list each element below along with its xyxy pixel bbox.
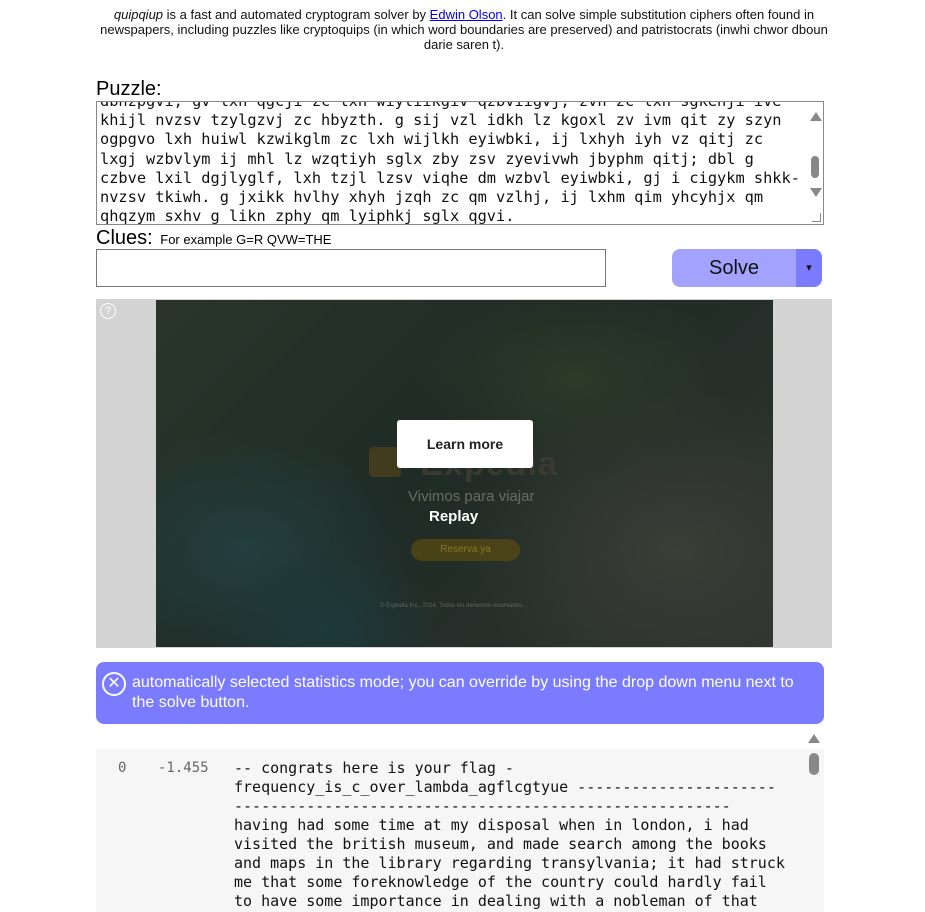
solve-button[interactable]: Solve: [672, 249, 796, 287]
clues-input[interactable]: [96, 249, 606, 287]
solve-mode-dropdown[interactable]: ▾: [796, 249, 822, 287]
intro-text-part1: is a fast and automated cryptogram solve…: [163, 7, 430, 22]
help-icon[interactable]: ?: [100, 303, 116, 319]
results-panel: 0 -1.455 -- congrats here is your flag -…: [96, 749, 824, 912]
puzzle-scrollbar[interactable]: [807, 102, 823, 224]
notice-text: automatically selected statistics mode; …: [132, 674, 794, 711]
ad-reserve-button[interactable]: Reserva ya: [411, 539, 520, 561]
scroll-thumb[interactable]: [811, 156, 819, 178]
clues-hint: For example G=R QVW=THE: [160, 232, 332, 247]
learn-more-button[interactable]: Learn more: [397, 420, 533, 468]
result-score: -1.455: [158, 760, 209, 776]
result-text: -- congrats here is your flag - frequenc…: [234, 759, 785, 910]
result-rank: 0: [118, 760, 127, 776]
author-link[interactable]: Edwin Olson: [430, 7, 503, 22]
scroll-up-arrow-icon[interactable]: [810, 112, 822, 121]
puzzle-textarea[interactable]: dbnzpgvi, gv lxh qgcji zc lxh wiyliikgiv…: [96, 101, 824, 225]
clues-label-text: Clues:: [96, 227, 153, 249]
ad-copyright: © Expedia Inc., 2024. Todos los derechos…: [380, 603, 524, 609]
puzzle-label: Puzzle:: [96, 78, 162, 100]
results-scrollbar[interactable]: [806, 749, 822, 912]
results-scroll-thumb[interactable]: [809, 753, 819, 775]
clues-label: Clues: For example G=R QVW=THE: [96, 227, 331, 250]
scroll-down-arrow-icon[interactable]: [810, 188, 822, 197]
close-circle-icon[interactable]: ✕: [102, 672, 126, 696]
chevron-down-icon: ▾: [806, 262, 812, 274]
ad-container: ? Expedia Vivimos para viajar Reserva ya…: [96, 299, 832, 648]
puzzle-text[interactable]: dbnzpgvi, gv lxh qgcji zc lxh wiyliikgiv…: [100, 102, 800, 224]
ad-video[interactable]: Expedia Vivimos para viajar Reserva ya ©…: [156, 300, 773, 647]
results-scroll-up-icon[interactable]: [808, 734, 820, 743]
resize-handle-icon[interactable]: [812, 213, 821, 222]
ad-tagline: Vivimos para viajar: [408, 488, 535, 505]
notice-banner: ✕ automatically selected statistics mode…: [96, 662, 824, 724]
intro-text: quipqiup is a fast and automated cryptog…: [96, 7, 832, 52]
brand-name: quipqiup: [113, 7, 164, 22]
replay-button[interactable]: Replay: [429, 508, 478, 525]
